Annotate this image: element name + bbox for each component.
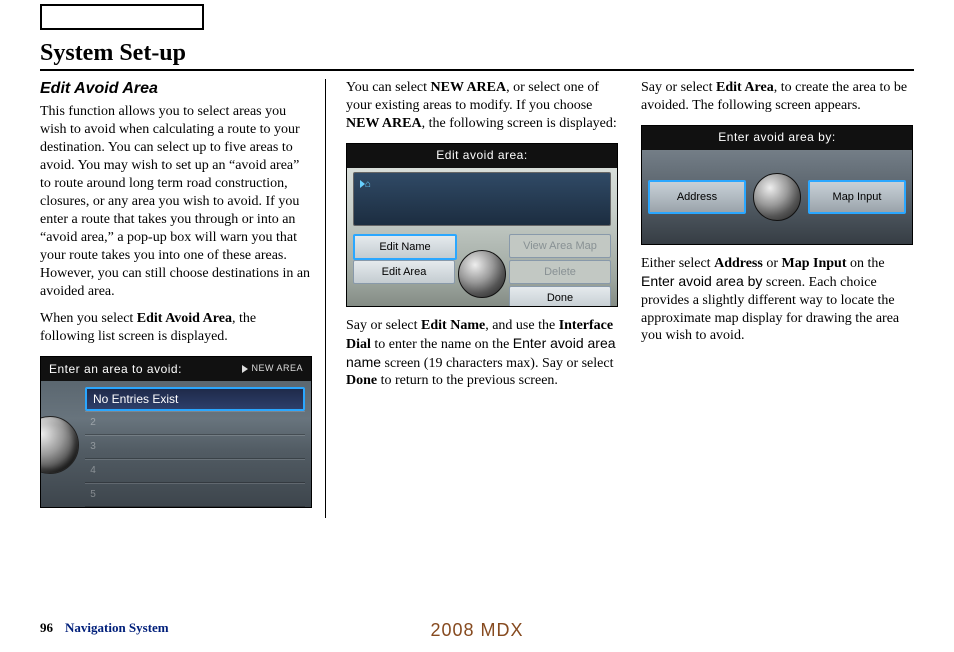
row-number: 2 bbox=[85, 417, 101, 430]
screen-title-text: Enter an area to avoid: bbox=[49, 362, 182, 377]
button-label: Address bbox=[677, 190, 717, 204]
screen-title-text: Edit avoid area: bbox=[436, 148, 527, 163]
body-text: Say or select Edit Area, to create the a… bbox=[641, 79, 914, 115]
map-input-button[interactable]: Map Input bbox=[808, 180, 906, 214]
text: to enter the name on the bbox=[371, 337, 513, 352]
body-text: Say or select Edit Name, and use the Int… bbox=[346, 317, 619, 391]
button-label: Edit Name bbox=[379, 240, 430, 254]
page-title: System Set-up bbox=[40, 40, 914, 67]
button-label: Delete bbox=[544, 265, 576, 279]
text: screen (19 characters max). Say or selec… bbox=[381, 356, 613, 371]
screenshot-enter-avoid-area-by: Enter avoid area by: Address Map Input bbox=[641, 125, 913, 245]
screen-name-text: Enter avoid area by bbox=[641, 273, 762, 289]
text: or bbox=[763, 256, 782, 271]
text: Either select bbox=[641, 256, 714, 271]
view-area-map-button[interactable]: View Area Map bbox=[509, 234, 611, 258]
edit-name-button[interactable]: Edit Name bbox=[353, 234, 457, 260]
blank-box bbox=[40, 4, 204, 30]
text: You can select bbox=[346, 80, 431, 95]
button-label: Map Input bbox=[833, 190, 882, 204]
screen-body: ⌂ Edit Name Edit Area View Area Map Dele… bbox=[347, 168, 617, 306]
manual-page: System Set-up Edit Avoid Area This funct… bbox=[0, 0, 954, 652]
bold-text: Edit Name bbox=[421, 318, 485, 333]
bold-text: Edit Area bbox=[716, 80, 774, 95]
address-button[interactable]: Address bbox=[648, 180, 746, 214]
text: Say or select bbox=[346, 318, 421, 333]
delete-button[interactable]: Delete bbox=[509, 260, 611, 284]
bold-text: NEW AREA bbox=[346, 116, 422, 131]
play-icon bbox=[242, 365, 248, 373]
bold-text: Done bbox=[346, 373, 377, 388]
bold-text: NEW AREA bbox=[431, 80, 507, 95]
section-heading: Edit Avoid Area bbox=[40, 79, 313, 99]
columns: Edit Avoid Area This function allows you… bbox=[40, 79, 914, 518]
body-text: When you select Edit Avoid Area, the fol… bbox=[40, 310, 313, 346]
row-number: 4 bbox=[85, 465, 101, 478]
button-label: View Area Map bbox=[523, 239, 597, 253]
text: on the bbox=[846, 256, 884, 271]
column-3: Say or select Edit Area, to create the a… bbox=[641, 79, 914, 518]
column-2: You can select NEW AREA, or select one o… bbox=[325, 79, 619, 518]
button-label: Done bbox=[547, 291, 573, 305]
done-button[interactable]: Done bbox=[509, 286, 611, 307]
screen-title: Edit avoid area: bbox=[347, 144, 617, 168]
list-item[interactable]: 5 bbox=[85, 483, 305, 507]
button-cluster: Edit Name Edit Area View Area Map Delete… bbox=[353, 230, 611, 302]
selector-dial[interactable] bbox=[753, 173, 801, 221]
list-item[interactable]: 4 bbox=[85, 459, 305, 483]
page-footer: 96 Navigation System 2008 MDX bbox=[40, 620, 914, 636]
screen-body: No Entries Exist 2 3 4 5 bbox=[41, 381, 311, 507]
body-text: You can select NEW AREA, or select one o… bbox=[346, 79, 619, 133]
text: to return to the previous screen. bbox=[377, 373, 558, 388]
list-item[interactable]: No Entries Exist bbox=[85, 387, 305, 411]
new-area-button[interactable]: NEW AREA bbox=[242, 357, 303, 381]
row-number: 5 bbox=[85, 489, 101, 502]
bold-text: Address bbox=[714, 256, 763, 271]
text: , the following screen is displayed: bbox=[422, 116, 617, 131]
new-area-label: NEW AREA bbox=[251, 363, 303, 375]
screen-title-text: Enter avoid area by: bbox=[718, 130, 835, 145]
screen-body: Address Map Input bbox=[642, 150, 912, 244]
cursor-icon: ⌂ bbox=[360, 179, 371, 192]
list-item[interactable]: 3 bbox=[85, 435, 305, 459]
dial-icon bbox=[40, 416, 79, 474]
body-text: This function allows you to select areas… bbox=[40, 103, 313, 300]
row-number: 3 bbox=[85, 441, 101, 454]
vehicle-model: 2008 MDX bbox=[40, 620, 914, 641]
list-item[interactable]: 2 bbox=[85, 411, 305, 435]
screenshot-enter-area-to-avoid: Enter an area to avoid: NEW AREA No Entr… bbox=[40, 356, 312, 508]
screenshot-edit-avoid-area: Edit avoid area: ⌂ Edit Name Edit Area V… bbox=[346, 143, 618, 307]
bold-text: Map Input bbox=[782, 256, 847, 271]
edit-area-button[interactable]: Edit Area bbox=[353, 260, 455, 284]
bold-text: Edit Avoid Area bbox=[137, 311, 232, 326]
text: Say or select bbox=[641, 80, 716, 95]
header-rule bbox=[40, 69, 914, 71]
column-1: Edit Avoid Area This function allows you… bbox=[40, 79, 313, 518]
list-item-label: No Entries Exist bbox=[87, 392, 178, 407]
body-text: Either select Address or Map Input on th… bbox=[641, 255, 914, 346]
text: When you select bbox=[40, 311, 137, 326]
selector-dial[interactable] bbox=[40, 416, 81, 476]
avoid-area-list: No Entries Exist 2 3 4 5 bbox=[85, 387, 305, 501]
screen-title: Enter avoid area by: bbox=[642, 126, 912, 150]
button-label: Edit Area bbox=[382, 265, 427, 279]
map-preview: ⌂ bbox=[353, 172, 611, 226]
selector-dial[interactable] bbox=[458, 250, 506, 298]
page-header: System Set-up bbox=[40, 40, 914, 71]
text: , and use the bbox=[485, 318, 558, 333]
screen-title: Enter an area to avoid: NEW AREA bbox=[41, 357, 311, 381]
